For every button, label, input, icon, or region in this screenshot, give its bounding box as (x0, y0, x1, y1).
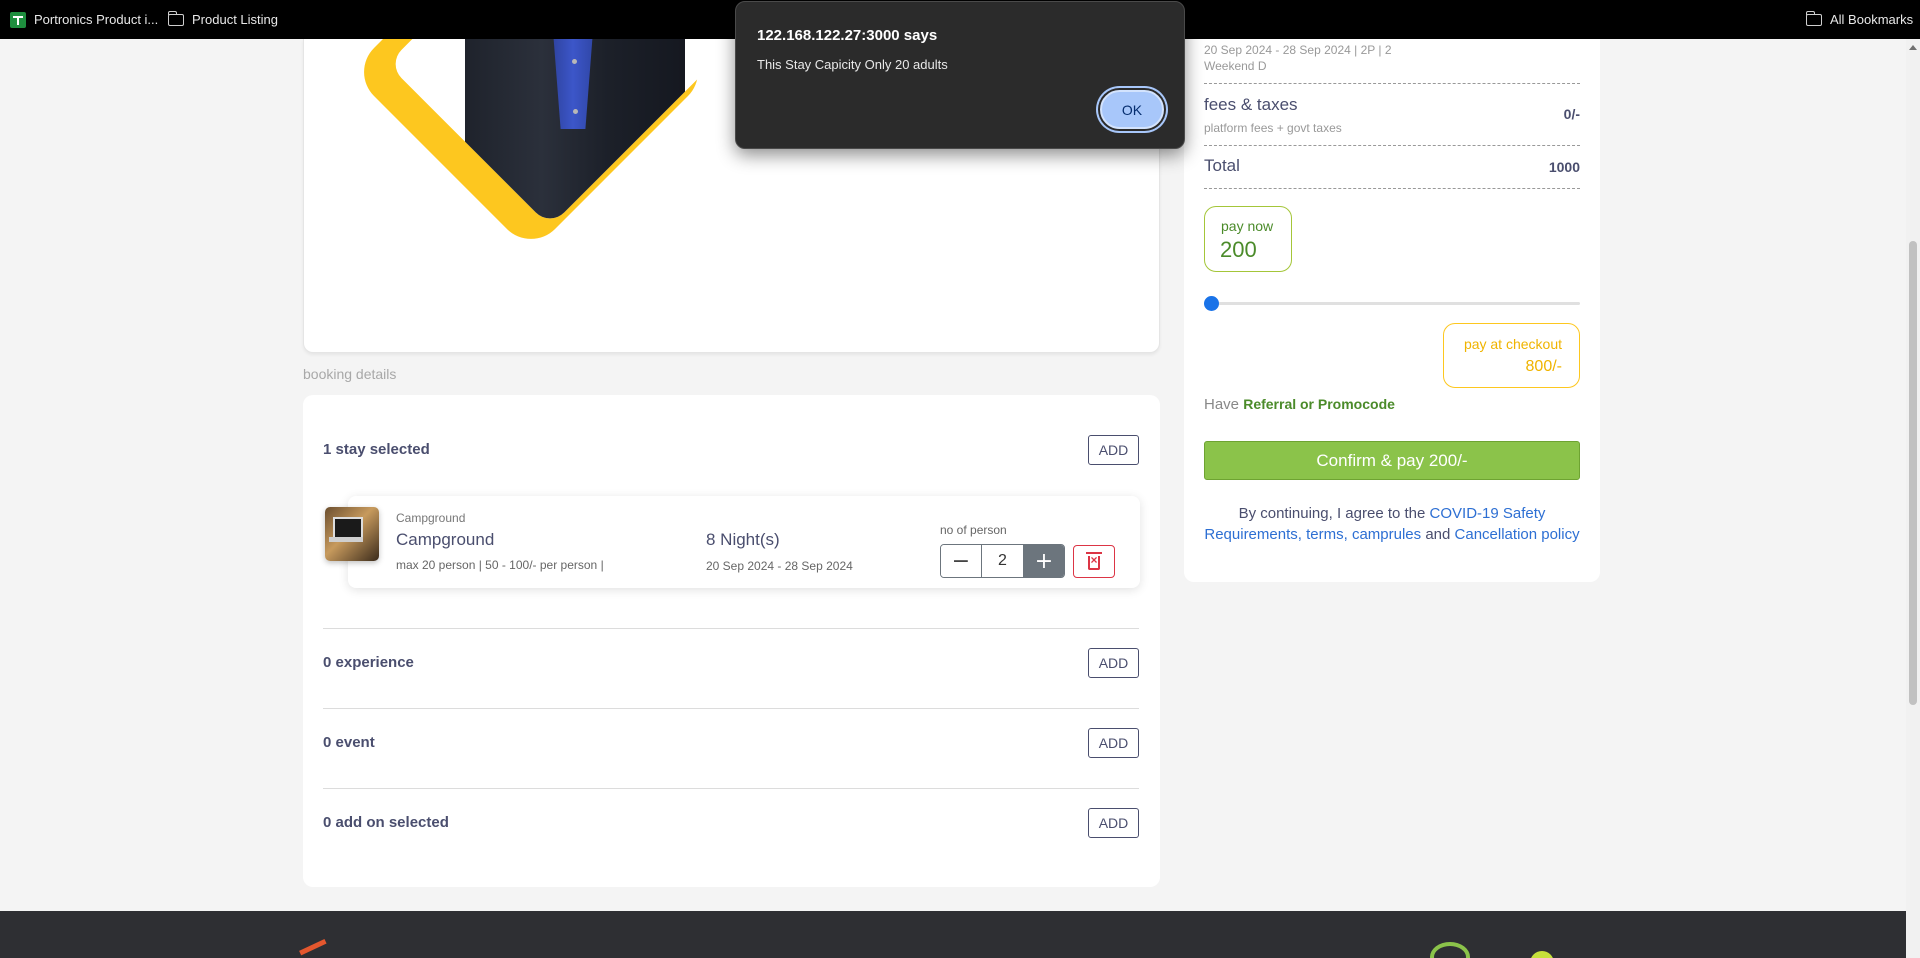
page-footer (0, 911, 1906, 958)
brand-logo-icon (299, 939, 333, 958)
partner-logo-icon (1530, 951, 1554, 958)
alert-dialog: 122.168.122.27:3000 says This Stay Capic… (735, 1, 1185, 149)
stays-title: 1 stay selected (323, 441, 430, 458)
stay-thumbnail (325, 507, 379, 561)
delete-stay-button[interactable] (1073, 545, 1115, 578)
pay-now-label: pay now (1221, 218, 1274, 234)
fees-value: 0/- (1563, 106, 1580, 122)
scrollbar-thumb[interactable] (1909, 241, 1917, 705)
folder-icon (167, 10, 184, 26)
partner-logo-icon (1430, 942, 1470, 958)
trash-icon (1086, 552, 1102, 570)
pay-now-value: 200 (1220, 237, 1257, 262)
scroll-up-arrow-icon[interactable] (1909, 45, 1917, 50)
payment-summary-card: 20 Sep 2024 - 28 Sep 2024 | 2P | 2 Weeke… (1184, 39, 1600, 582)
divider (1204, 83, 1580, 84)
page-scrollbar[interactable] (1906, 39, 1920, 958)
addon-title: 0 add on selected (323, 814, 449, 831)
stay-meta: max 20 person | 50 - 100/- per person | (396, 558, 604, 572)
bookmark-label: Portronics Product i... (34, 12, 159, 27)
promo-prefix: Have (1204, 396, 1240, 413)
bookmark-product-listing[interactable]: Product Listing (167, 0, 278, 39)
agreement-text: By continuing, I agree to the COVID-19 S… (1204, 505, 1580, 543)
booking-details-card: 1 stay selected ADD Campground Campgroun… (303, 395, 1160, 887)
add-addon-button[interactable]: ADD (1088, 808, 1139, 838)
fees-label: fees & taxes (1204, 95, 1298, 114)
bookmark-label: Product Listing (192, 12, 278, 27)
bookmark-portronics[interactable]: Portronics Product i... (10, 0, 158, 39)
divider (323, 708, 1139, 709)
person-count-input[interactable] (981, 545, 1024, 577)
confirm-pay-button[interactable]: Confirm & pay 200/- (1204, 441, 1580, 480)
alert-title: 122.168.122.27:3000 says (757, 27, 938, 44)
stay-dates: 20 Sep 2024 - 28 Sep 2024 (706, 559, 853, 573)
folder-icon (1805, 10, 1822, 26)
promo-link[interactable]: Referral or Promocode (1243, 396, 1395, 412)
add-event-button[interactable]: ADD (1088, 728, 1139, 758)
cancellation-policy-link[interactable]: Cancellation policy (1455, 526, 1580, 543)
alert-message: This Stay Capicity Only 20 adults (757, 57, 948, 72)
payment-slider-handle[interactable] (1204, 296, 1219, 311)
experience-title: 0 experience (323, 654, 414, 671)
divider (323, 788, 1139, 789)
sheet-icon (10, 11, 26, 28)
add-stay-button[interactable]: ADD (1088, 435, 1139, 465)
and-text: and (1425, 526, 1451, 543)
stay-name: Campground (396, 530, 495, 549)
booking-details-label: booking details (303, 366, 397, 382)
promo-row: Have Referral or Promocode (1204, 396, 1395, 413)
person-count-label: no of person (940, 523, 1007, 537)
add-experience-button[interactable]: ADD (1088, 648, 1139, 678)
stay-category: Campground (396, 511, 466, 525)
alert-ok-button[interactable]: OK (1100, 90, 1164, 129)
divider (323, 628, 1139, 629)
increase-person-button[interactable]: + (1024, 545, 1064, 577)
fees-sub-label: platform fees + govt taxes (1204, 121, 1342, 135)
all-bookmarks-button[interactable]: All Bookmarks (1805, 0, 1914, 39)
pay-at-checkout-value: 800/- (1525, 358, 1562, 375)
divider (1204, 188, 1580, 189)
all-bookmarks-label: All Bookmarks (1830, 12, 1914, 27)
camprules-link[interactable]: camprules (1352, 526, 1421, 543)
agree-prefix: By continuing, I agree to the (1238, 505, 1426, 522)
total-value: 1000 (1548, 159, 1580, 175)
pay-at-checkout-label: pay at checkout (1463, 336, 1562, 352)
total-label: Total (1204, 156, 1240, 175)
decrease-person-button[interactable]: − (941, 545, 981, 577)
person-stepper: − + (940, 544, 1065, 578)
terms-link[interactable]: terms (1306, 526, 1344, 543)
pay-now-box: pay now 200 (1204, 206, 1292, 272)
event-title: 0 event (323, 734, 375, 751)
pay-at-checkout-box: pay at checkout 800/- (1443, 323, 1580, 388)
summary-stay-line: 20 Sep 2024 - 28 Sep 2024 | 2P | 2 (1204, 43, 1392, 57)
payment-slider-track[interactable] (1204, 302, 1580, 305)
divider (1204, 145, 1580, 146)
stay-nights: 8 Night(s) (706, 530, 780, 549)
summary-stay-sub: Weekend D (1204, 59, 1267, 73)
